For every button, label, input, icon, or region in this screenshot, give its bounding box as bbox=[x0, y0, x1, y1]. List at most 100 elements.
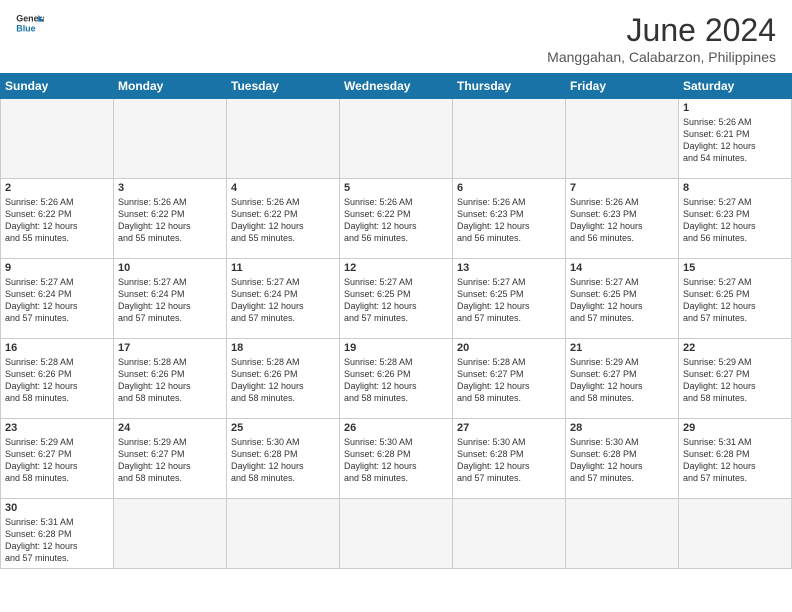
day-number: 2 bbox=[5, 182, 109, 194]
calendar-cell: 12 Sunrise: 5:27 AM Sunset: 6:25 PM Dayli… bbox=[340, 259, 453, 339]
day-info: Sunrise: 5:31 AM Sunset: 6:28 PM Dayligh… bbox=[683, 436, 787, 485]
calendar-cell: 9 Sunrise: 5:27 AM Sunset: 6:24 PM Daylig… bbox=[1, 259, 114, 339]
day-number: 18 bbox=[231, 342, 335, 354]
day-number: 16 bbox=[5, 342, 109, 354]
calendar-cell: 14Sunrise: 5:27 AM Sunset: 6:25 PM Dayli… bbox=[566, 259, 679, 339]
day-info: Sunrise: 5:29 AM Sunset: 6:27 PM Dayligh… bbox=[570, 356, 674, 405]
calendar-cell bbox=[340, 99, 453, 179]
calendar-cell: 6 Sunrise: 5:26 AM Sunset: 6:23 PM Daylig… bbox=[453, 179, 566, 259]
calendar-cell: 10 Sunrise: 5:27 AM Sunset: 6:24 PM Dayli… bbox=[114, 259, 227, 339]
calendar-cell bbox=[114, 99, 227, 179]
day-info: Sunrise: 5:28 AM Sunset: 6:26 PM Dayligh… bbox=[231, 356, 335, 405]
calendar-cell: 22Sunrise: 5:29 AM Sunset: 6:27 PM Dayli… bbox=[679, 339, 792, 419]
day-header-wednesday: Wednesday bbox=[340, 74, 453, 99]
logo: General Blue bbox=[16, 12, 44, 34]
location-subtitle: Manggahan, Calabarzon, Philippines bbox=[547, 49, 776, 65]
day-number: 21 bbox=[570, 342, 674, 354]
day-info: Sunrise: 5:27 AM Sunset: 6:25 PM Dayligh… bbox=[570, 276, 674, 325]
svg-text:Blue: Blue bbox=[16, 23, 35, 33]
day-number: 7 bbox=[570, 182, 674, 194]
day-number: 10 bbox=[118, 262, 222, 274]
calendar-cell: 28 Sunrise: 5:30 AM Sunset: 6:28 PM Dayli… bbox=[566, 419, 679, 499]
calendar-cell: 3 Sunrise: 5:26 AM Sunset: 6:22 PM Daylig… bbox=[114, 179, 227, 259]
day-number: 25 bbox=[231, 422, 335, 434]
day-number: 28 bbox=[570, 422, 674, 434]
day-info: Sunrise: 5:31 AM Sunset: 6:28 PM Dayligh… bbox=[5, 516, 109, 565]
day-info: Sunrise: 5:27 AM Sunset: 6:24 PM Dayligh… bbox=[118, 276, 222, 325]
day-number: 26 bbox=[344, 422, 448, 434]
calendar-cell bbox=[340, 499, 453, 569]
calendar-cell: 27 Sunrise: 5:30 AM Sunset: 6:28 PM Dayli… bbox=[453, 419, 566, 499]
calendar-cell bbox=[227, 99, 340, 179]
day-header-monday: Monday bbox=[114, 74, 227, 99]
calendar-cell bbox=[453, 499, 566, 569]
day-number: 8 bbox=[683, 182, 787, 194]
calendar-cell: 1Sunrise: 5:26 AM Sunset: 6:21 PM Daylig… bbox=[679, 99, 792, 179]
day-number: 29 bbox=[683, 422, 787, 434]
day-info: Sunrise: 5:26 AM Sunset: 6:22 PM Dayligh… bbox=[344, 196, 448, 245]
calendar-cell: 15 Sunrise: 5:27 AM Sunset: 6:25 PM Dayli… bbox=[679, 259, 792, 339]
calendar-cell: 29 Sunrise: 5:31 AM Sunset: 6:28 PM Dayli… bbox=[679, 419, 792, 499]
calendar-cell: 11Sunrise: 5:27 AM Sunset: 6:24 PM Dayli… bbox=[227, 259, 340, 339]
day-header-thursday: Thursday bbox=[453, 74, 566, 99]
day-info: Sunrise: 5:26 AM Sunset: 6:23 PM Dayligh… bbox=[457, 196, 561, 245]
day-info: Sunrise: 5:26 AM Sunset: 6:22 PM Dayligh… bbox=[5, 196, 109, 245]
day-info: Sunrise: 5:29 AM Sunset: 6:27 PM Dayligh… bbox=[683, 356, 787, 405]
calendar-cell: 25 Sunrise: 5:30 AM Sunset: 6:28 PM Dayli… bbox=[227, 419, 340, 499]
day-info: Sunrise: 5:27 AM Sunset: 6:25 PM Dayligh… bbox=[457, 276, 561, 325]
day-number: 5 bbox=[344, 182, 448, 194]
calendar-cell: 19Sunrise: 5:28 AM Sunset: 6:26 PM Dayli… bbox=[340, 339, 453, 419]
calendar-table: SundayMondayTuesdayWednesdayThursdayFrid… bbox=[0, 73, 792, 569]
day-header-tuesday: Tuesday bbox=[227, 74, 340, 99]
day-info: Sunrise: 5:28 AM Sunset: 6:26 PM Dayligh… bbox=[118, 356, 222, 405]
day-number: 30 bbox=[5, 502, 109, 514]
month-title: June 2024 bbox=[547, 12, 776, 49]
calendar-cell: 26Sunrise: 5:30 AM Sunset: 6:28 PM Dayli… bbox=[340, 419, 453, 499]
calendar-cell: 23 Sunrise: 5:29 AM Sunset: 6:27 PM Dayli… bbox=[1, 419, 114, 499]
calendar-cell bbox=[114, 499, 227, 569]
day-info: Sunrise: 5:26 AM Sunset: 6:22 PM Dayligh… bbox=[231, 196, 335, 245]
day-number: 13 bbox=[457, 262, 561, 274]
calendar-cell bbox=[679, 499, 792, 569]
day-info: Sunrise: 5:28 AM Sunset: 6:27 PM Dayligh… bbox=[457, 356, 561, 405]
day-number: 15 bbox=[683, 262, 787, 274]
day-info: Sunrise: 5:30 AM Sunset: 6:28 PM Dayligh… bbox=[231, 436, 335, 485]
calendar-cell: 13 Sunrise: 5:27 AM Sunset: 6:25 PM Dayli… bbox=[453, 259, 566, 339]
calendar-cell: 8Sunrise: 5:27 AM Sunset: 6:23 PM Daylig… bbox=[679, 179, 792, 259]
day-number: 20 bbox=[457, 342, 561, 354]
day-info: Sunrise: 5:28 AM Sunset: 6:26 PM Dayligh… bbox=[344, 356, 448, 405]
day-info: Sunrise: 5:27 AM Sunset: 6:24 PM Dayligh… bbox=[5, 276, 109, 325]
calendar-cell bbox=[1, 99, 114, 179]
calendar-cell: 5 Sunrise: 5:26 AM Sunset: 6:22 PM Daylig… bbox=[340, 179, 453, 259]
day-info: Sunrise: 5:30 AM Sunset: 6:28 PM Dayligh… bbox=[457, 436, 561, 485]
title-area: June 2024 Manggahan, Calabarzon, Philipp… bbox=[547, 12, 776, 65]
day-number: 12 bbox=[344, 262, 448, 274]
day-number: 11 bbox=[231, 262, 335, 274]
calendar-cell: 4 Sunrise: 5:26 AM Sunset: 6:22 PM Daylig… bbox=[227, 179, 340, 259]
day-number: 3 bbox=[118, 182, 222, 194]
day-number: 4 bbox=[231, 182, 335, 194]
calendar-cell: 16 Sunrise: 5:28 AM Sunset: 6:26 PM Dayli… bbox=[1, 339, 114, 419]
day-header-saturday: Saturday bbox=[679, 74, 792, 99]
calendar-cell bbox=[453, 99, 566, 179]
day-number: 23 bbox=[5, 422, 109, 434]
day-info: Sunrise: 5:29 AM Sunset: 6:27 PM Dayligh… bbox=[118, 436, 222, 485]
day-info: Sunrise: 5:28 AM Sunset: 6:26 PM Dayligh… bbox=[5, 356, 109, 405]
calendar-cell: 24 Sunrise: 5:29 AM Sunset: 6:27 PM Dayli… bbox=[114, 419, 227, 499]
day-info: Sunrise: 5:27 AM Sunset: 6:25 PM Dayligh… bbox=[683, 276, 787, 325]
day-number: 24 bbox=[118, 422, 222, 434]
calendar-cell: 21 Sunrise: 5:29 AM Sunset: 6:27 PM Dayli… bbox=[566, 339, 679, 419]
calendar-cell: 18 Sunrise: 5:28 AM Sunset: 6:26 PM Dayli… bbox=[227, 339, 340, 419]
day-number: 9 bbox=[5, 262, 109, 274]
day-number: 27 bbox=[457, 422, 561, 434]
calendar-cell: 17Sunrise: 5:28 AM Sunset: 6:26 PM Dayli… bbox=[114, 339, 227, 419]
day-number: 6 bbox=[457, 182, 561, 194]
day-header-sunday: Sunday bbox=[1, 74, 114, 99]
day-info: Sunrise: 5:30 AM Sunset: 6:28 PM Dayligh… bbox=[570, 436, 674, 485]
day-info: Sunrise: 5:27 AM Sunset: 6:25 PM Dayligh… bbox=[344, 276, 448, 325]
day-info: Sunrise: 5:29 AM Sunset: 6:27 PM Dayligh… bbox=[5, 436, 109, 485]
calendar-cell: 7Sunrise: 5:26 AM Sunset: 6:23 PM Daylig… bbox=[566, 179, 679, 259]
calendar-cell bbox=[227, 499, 340, 569]
calendar-cell: 30 Sunrise: 5:31 AM Sunset: 6:28 PM Dayli… bbox=[1, 499, 114, 569]
day-info: Sunrise: 5:26 AM Sunset: 6:22 PM Dayligh… bbox=[118, 196, 222, 245]
